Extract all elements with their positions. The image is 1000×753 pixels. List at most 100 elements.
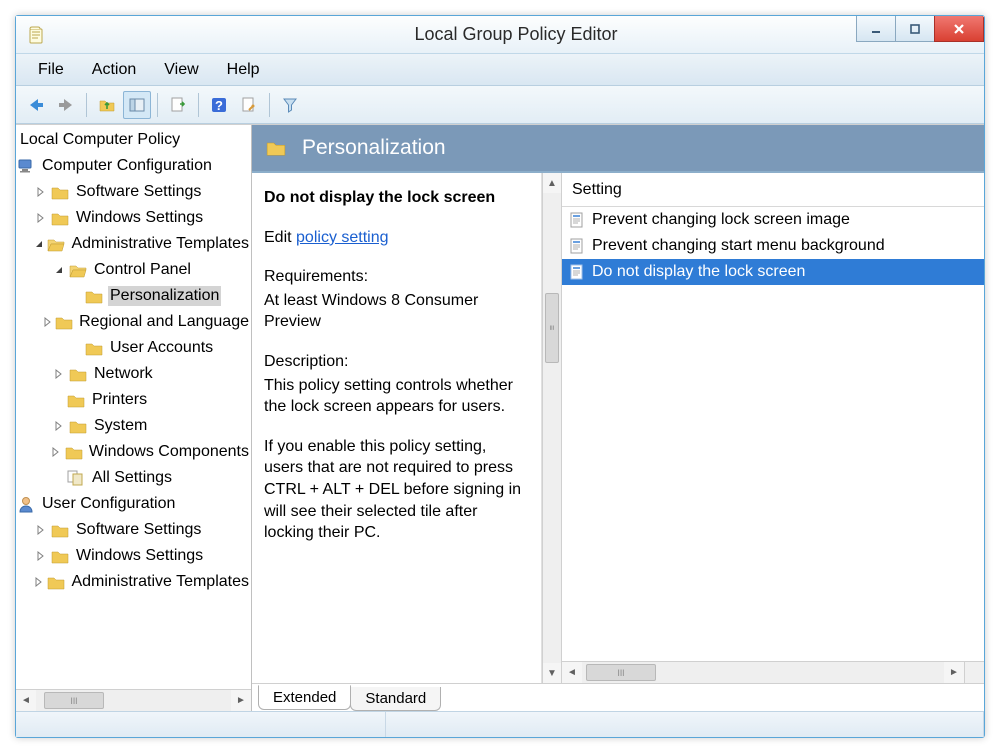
expander-collapsed-icon[interactable] [34,211,48,225]
middle-vertical-scrollbar[interactable]: ▲ ≡ ▼ [542,173,562,683]
folder-icon [64,443,83,461]
folder-icon [47,573,65,591]
tree-root[interactable]: Local Computer Policy [16,127,251,153]
close-button[interactable] [934,16,984,42]
titlebar[interactable]: Local Group Policy Editor [16,16,984,54]
help-button[interactable]: ? [205,91,233,119]
list-item-label: Prevent changing start menu background [592,237,885,255]
scroll-thumb[interactable]: ǀǀǀ [44,692,104,709]
forward-button[interactable] [52,91,80,119]
tree-body[interactable]: Local Computer Policy Computer Configura… [16,125,251,689]
tree-computer-configuration[interactable]: Computer Configuration [16,153,251,179]
expander-collapsed-icon[interactable] [52,419,66,433]
list-item[interactable]: Prevent changing start menu background [562,233,984,259]
export-list-button[interactable] [164,91,192,119]
scroll-thumb[interactable]: ≡ [545,293,559,363]
edit-policy-link[interactable]: policy setting [296,229,389,246]
tree-regional[interactable]: Regional and Language [16,309,251,335]
scroll-left-button[interactable]: ◄ [562,662,582,683]
tree-label: User Accounts [108,338,215,358]
scroll-right-button[interactable]: ► [231,690,251,711]
scroll-track[interactable]: ≡ [543,193,561,663]
status-cell [386,712,984,737]
tree-network[interactable]: Network [16,361,251,387]
statusbar [16,711,984,737]
window-controls [857,16,984,53]
tree-software-settings[interactable]: Software Settings [16,179,251,205]
tree-windows-components[interactable]: Windows Components [16,439,251,465]
scroll-track[interactable]: ǀǀǀ [582,662,944,683]
menu-help[interactable]: Help [213,57,274,83]
folder-icon [266,139,286,157]
tab-standard[interactable]: Standard [350,687,441,711]
folder-open-icon [47,235,65,253]
list-item[interactable]: Do not display the lock screen [562,259,984,285]
expander-collapsed-icon[interactable] [32,575,45,589]
tree-label: Personalization [108,286,221,306]
expander-expanded-icon[interactable] [52,263,66,277]
show-hide-tree-button[interactable] [123,91,151,119]
scroll-thumb[interactable]: ǀǀǀ [586,664,656,681]
properties-button[interactable] [235,91,263,119]
category-header: Personalization [252,125,984,173]
expander-collapsed-icon[interactable] [43,315,53,329]
folder-icon [50,521,70,539]
tree-all-settings[interactable]: All Settings [16,465,251,491]
folder-icon [50,209,70,227]
description-text-1: This policy setting controls whether the… [264,375,529,418]
expander-collapsed-icon[interactable] [49,445,62,459]
toolbar-separator [157,93,158,117]
tree-label: Computer Configuration [40,156,214,176]
tree-admin-templates-user[interactable]: Administrative Templates [16,569,251,595]
scroll-track[interactable]: ǀǀǀ [36,690,231,711]
tree-windows-settings-user[interactable]: Windows Settings [16,543,251,569]
list-item-label: Do not display the lock screen [592,263,805,281]
scrollbar-corner [964,661,984,683]
tree-system[interactable]: System [16,413,251,439]
policy-item-icon [568,263,586,281]
tab-extended[interactable]: Extended [258,685,351,710]
settings-list[interactable]: Prevent changing lock screen image Preve… [562,207,984,661]
expander-collapsed-icon[interactable] [52,367,66,381]
expander-collapsed-icon[interactable] [34,185,48,199]
expander-expanded-icon[interactable] [32,237,45,251]
back-button[interactable] [22,91,50,119]
menu-view[interactable]: View [150,57,212,83]
tree-user-accounts[interactable]: User Accounts [16,335,251,361]
menu-file[interactable]: File [24,57,78,83]
window-title: Local Group Policy Editor [48,24,984,45]
toolbar: ? [16,86,984,124]
scroll-right-button[interactable]: ► [944,662,964,683]
list-horizontal-scrollbar[interactable]: ◄ ǀǀǀ ► [562,661,964,683]
tree-control-panel[interactable]: Control Panel [16,257,251,283]
settings-column-header[interactable]: Setting [562,173,984,207]
list-item-label: Prevent changing lock screen image [592,211,850,229]
scroll-left-button[interactable]: ◄ [16,690,36,711]
policy-item-icon [568,237,586,255]
menu-action[interactable]: Action [78,57,150,83]
expander-collapsed-icon[interactable] [34,549,48,563]
view-tabs: Extended Standard [252,683,984,711]
filter-button[interactable] [276,91,304,119]
maximize-button[interactable] [895,16,935,42]
tree-user-configuration[interactable]: User Configuration [16,491,251,517]
scroll-up-button[interactable]: ▲ [543,173,561,193]
tree-printers[interactable]: Printers [16,387,251,413]
list-item[interactable]: Prevent changing lock screen image [562,207,984,233]
tree-label: Software Settings [74,182,203,202]
folder-icon [55,313,73,331]
tree-software-settings-user[interactable]: Software Settings [16,517,251,543]
scroll-down-button[interactable]: ▼ [543,663,561,683]
tree-admin-templates[interactable]: Administrative Templates [16,231,251,257]
requirements-text: At least Windows 8 Consumer Preview [264,290,529,333]
expander-collapsed-icon[interactable] [34,523,48,537]
minimize-button[interactable] [856,16,896,42]
tree-label: User Configuration [40,494,177,514]
app-icon [26,24,48,46]
tree-label: Control Panel [92,260,193,280]
up-one-level-button[interactable] [93,91,121,119]
tree-personalization[interactable]: Personalization [16,283,251,309]
window-frame: Local Group Policy Editor File Action Vi… [15,15,985,738]
tree-horizontal-scrollbar[interactable]: ◄ ǀǀǀ ► [16,689,251,711]
tree-windows-settings[interactable]: Windows Settings [16,205,251,231]
